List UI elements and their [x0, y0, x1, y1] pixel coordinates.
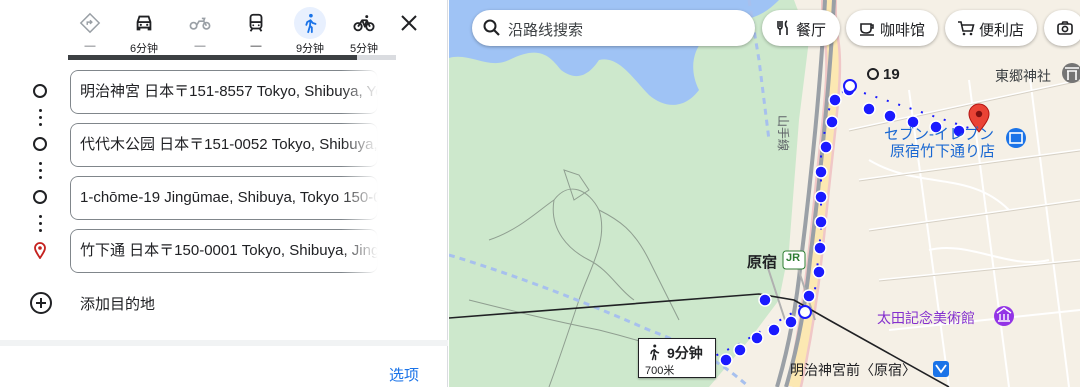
railway-label: 山手線	[776, 115, 790, 152]
train-icon	[240, 7, 272, 39]
route-distance: 700米	[645, 365, 675, 377]
circle-marker-icon	[33, 84, 47, 98]
store-sublabel[interactable]: 原宿竹下通り店	[890, 140, 995, 161]
camera-icon	[1057, 21, 1073, 35]
address-label: 19	[883, 66, 900, 83]
travel-mode-bar: — 6分钟 — — 9分钟 5分钟	[60, 4, 430, 56]
mode-label: 6分钟	[129, 43, 159, 55]
stop-row: 代代木公园 日本〒151-0052 Tokyo, Shibuya, Yoyogi…	[0, 121, 448, 167]
add-destination-label: 添加目的地	[80, 296, 156, 313]
search-icon	[483, 19, 500, 36]
chip-cafes[interactable]: 咖啡馆	[846, 10, 938, 46]
museum-label[interactable]: 太田記念美術館	[877, 308, 975, 328]
station-label[interactable]: 原宿	[747, 251, 777, 272]
directions-panel: — 6分钟 — — 9分钟 5分钟 明治神宮 日本〒151-8557 Tokyo…	[0, 0, 448, 387]
circle-marker-icon	[33, 137, 47, 151]
close-button[interactable]	[394, 8, 424, 38]
shrine-marker	[1062, 63, 1080, 83]
mode-best-route[interactable]: —	[66, 4, 114, 56]
stop-row: 明治神宮 日本〒151-8557 Tokyo, Shibuya, Yoyogik…	[0, 68, 448, 114]
stop-input[interactable]: 竹下通 日本〒150-0001 Tokyo, Shibuya, Jingumae	[70, 229, 378, 273]
shrine-label[interactable]: 東郷神社	[995, 66, 1051, 86]
add-circle-icon	[30, 292, 52, 314]
close-icon	[401, 15, 417, 31]
route-waypoint	[843, 79, 857, 93]
street-outline	[848, 80, 1080, 282]
route-time: 9分钟	[667, 345, 703, 361]
metro-badge	[933, 361, 949, 377]
stop-input[interactable]: 1-chōme-19 Jingūmae, Shibuya, Tokyo 150-…	[70, 176, 378, 220]
route-waypoint	[798, 305, 812, 319]
mode-driving[interactable]: 6分钟	[120, 4, 168, 56]
jr-label: JR	[786, 252, 801, 264]
chip-attractions[interactable]	[1044, 10, 1080, 46]
museum-marker	[994, 306, 1014, 326]
stop-input[interactable]: 代代木公园 日本〒151-0052 Tokyo, Shibuya, Yoyogi…	[70, 123, 378, 167]
mode-cycling[interactable]: 5分钟	[340, 4, 388, 56]
address-marker	[867, 68, 879, 80]
cafe-icon	[860, 23, 874, 36]
route-progress-fill	[68, 55, 357, 60]
mode-label: 5分钟	[349, 43, 379, 55]
restaurant-icon	[777, 20, 788, 35]
destination-pin-icon	[34, 242, 46, 259]
add-destination-button[interactable]: 添加目的地	[24, 286, 324, 320]
walking-icon	[294, 7, 326, 39]
mode-label: —	[194, 40, 206, 52]
chip-restaurants[interactable]: 餐厅	[762, 10, 840, 46]
mode-label: 9分钟	[295, 43, 325, 55]
chip-convenience-stores[interactable]: 便利店	[945, 10, 1037, 46]
circle-marker-icon	[33, 190, 47, 204]
bicycle-icon	[348, 7, 380, 39]
stop-row: 1-chōme-19 Jingūmae, Shibuya, Tokyo 150-…	[0, 174, 448, 220]
search-placeholder: 沿路线搜索	[508, 22, 584, 39]
store-marker	[1006, 128, 1026, 148]
mode-label: —	[250, 40, 262, 52]
chip-label: 咖啡馆	[880, 22, 926, 39]
stop-input[interactable]: 明治神宮 日本〒151-8557 Tokyo, Shibuya, Yoyogik…	[70, 70, 378, 114]
motorcycle-icon	[184, 7, 216, 39]
options-link[interactable]: 选项	[389, 364, 419, 385]
route-progress-bar	[68, 55, 396, 60]
mode-walking[interactable]: 9分钟	[286, 4, 334, 56]
cart-icon	[958, 21, 975, 36]
chip-label: 便利店	[979, 22, 1025, 39]
car-icon	[128, 7, 160, 39]
route-search-box[interactable]: 沿路线搜索	[472, 10, 755, 46]
walking-icon	[650, 344, 660, 361]
map-canvas[interactable]	[449, 0, 1080, 387]
directions-icon	[74, 7, 106, 39]
route-summary-card[interactable]: 9分钟 700米	[638, 338, 716, 378]
divider	[0, 340, 448, 346]
stop-row: 竹下通 日本〒150-0001 Tokyo, Shibuya, Jingumae	[0, 227, 448, 273]
mode-label: —	[84, 40, 96, 52]
metro-station-label[interactable]: 明治神宮前〈原宿〉	[790, 360, 916, 380]
chip-label: 餐厅	[796, 22, 827, 39]
mode-motorcycle[interactable]: —	[176, 4, 224, 56]
mode-transit[interactable]: —	[232, 4, 280, 56]
